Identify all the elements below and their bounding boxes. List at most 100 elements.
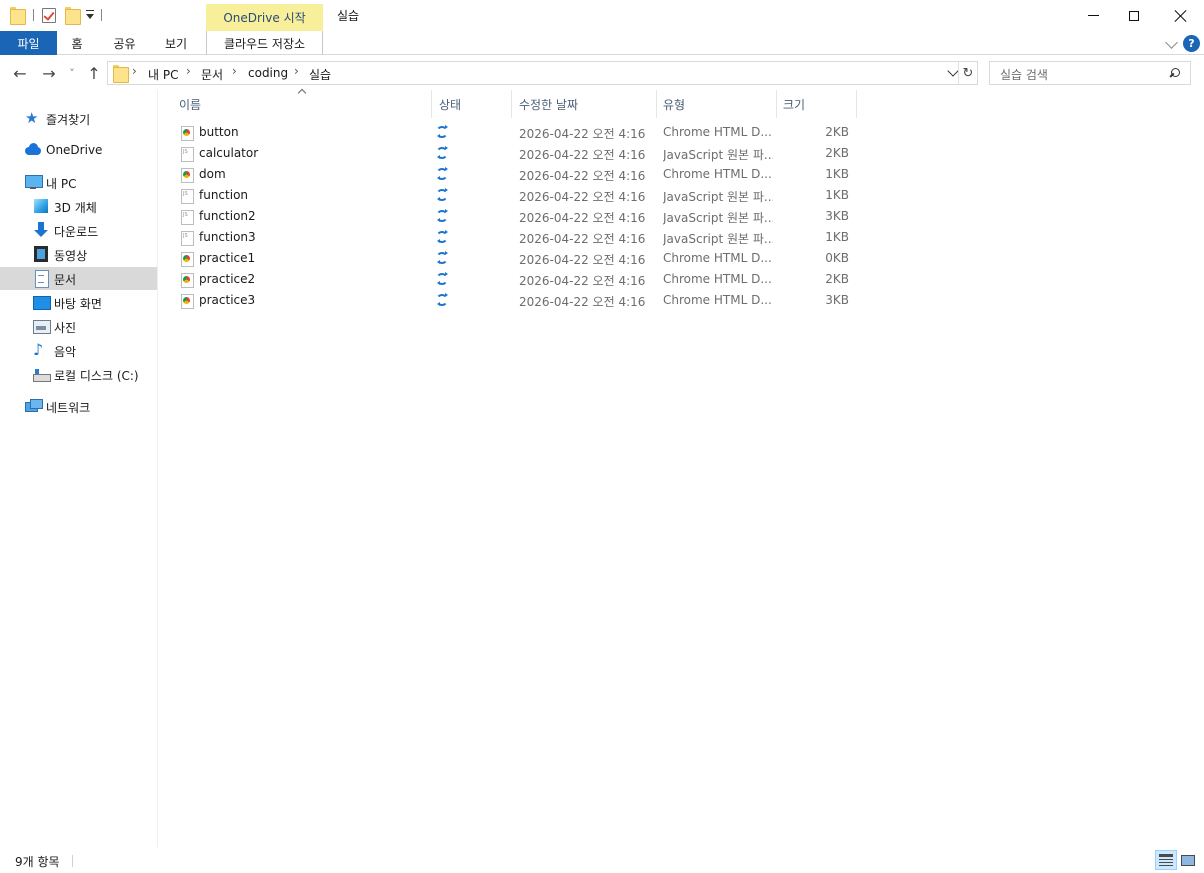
sidebar-item-music[interactable]: ♪ 음악	[0, 339, 157, 362]
onedrive-icon	[25, 142, 41, 158]
help-icon[interactable]: ?	[1183, 35, 1200, 52]
sidebar-item-pictures[interactable]: 사진	[0, 315, 157, 338]
sidebar-item-quick-access[interactable]: ★ 즐겨찾기	[0, 107, 157, 130]
sync-pending-icon	[436, 251, 448, 264]
sidebar-item-desktop[interactable]: 바탕 화면	[0, 291, 157, 314]
javascript-file-icon	[181, 231, 194, 246]
sidebar-item-videos[interactable]: 동영상	[0, 243, 157, 266]
search-input[interactable]: 실습 검색	[1000, 66, 1048, 83]
minimize-button[interactable]	[1070, 0, 1116, 31]
back-button[interactable]: ←	[11, 64, 29, 83]
file-type: Chrome HTML D...	[663, 251, 772, 265]
file-modified: 2026-04-22 오전 4:16	[519, 232, 646, 246]
sidebar-item-label: 즐겨찾기	[46, 113, 91, 127]
sync-pending-icon	[436, 188, 448, 201]
chrome-html-file-icon	[181, 168, 194, 183]
file-row[interactable]: function3 2026-04-22 오전 4:16 JavaScript 원본…	[160, 227, 860, 248]
file-size: 0KB	[825, 251, 849, 265]
column-header-status[interactable]: 상태	[439, 96, 461, 113]
forward-button[interactable]: →	[40, 64, 58, 83]
status-bar: 9개 항목	[0, 847, 1204, 873]
sidebar-item-local-disk[interactable]: 로컬 디스크 (C:)	[0, 363, 157, 386]
divider	[101, 9, 102, 21]
sidebar-item-downloads[interactable]: 다운로드	[0, 219, 157, 242]
file-type: JavaScript 원본 파...	[663, 211, 773, 225]
new-folder-icon[interactable]	[65, 7, 81, 25]
sidebar-item-label: 동영상	[54, 249, 88, 263]
chevron-down-icon[interactable]	[947, 65, 959, 77]
tab-file[interactable]: 파일	[0, 31, 57, 55]
details-view-button[interactable]	[1155, 850, 1177, 870]
file-modified: 2026-04-22 오전 4:16	[519, 148, 646, 162]
breadcrumb-this-pc[interactable]: 내 PC	[148, 66, 178, 83]
file-size: 3KB	[825, 293, 849, 307]
breadcrumb-coding[interactable]: coding	[248, 66, 288, 80]
column-divider[interactable]	[511, 90, 512, 118]
large-icons-view-icon	[1181, 854, 1195, 866]
file-name: dom	[199, 167, 226, 181]
file-row[interactable]: function2 2026-04-22 오전 4:16 JavaScript 원본…	[160, 206, 860, 227]
column-divider[interactable]	[776, 90, 777, 118]
file-row[interactable]: practice2 2026-04-22 오전 4:16 Chrome HTML D…	[160, 269, 860, 290]
column-header-name[interactable]: 이름	[179, 96, 201, 113]
file-type: Chrome HTML D...	[663, 125, 772, 139]
breadcrumb-practice[interactable]: 실습	[309, 66, 331, 83]
sidebar-item-label: 다운로드	[54, 225, 99, 239]
refresh-button[interactable]: ↻	[958, 62, 977, 84]
breadcrumb-documents[interactable]: 문서	[201, 66, 223, 83]
file-type: JavaScript 원본 파...	[663, 190, 773, 204]
divider	[33, 9, 34, 21]
file-size: 1KB	[825, 167, 849, 181]
sidebar-item-label: 바탕 화면	[54, 297, 102, 311]
large-icons-view-button[interactable]	[1177, 850, 1199, 870]
file-row[interactable]: button 2026-04-22 오전 4:16 Chrome HTML D...…	[160, 122, 860, 143]
column-header-modified[interactable]: 수정한 날짜	[519, 96, 578, 113]
sidebar-item-3d-objects[interactable]: 3D 개체	[0, 195, 157, 218]
column-header-size[interactable]: 크기	[783, 96, 805, 113]
divider	[72, 855, 73, 867]
folder-icon[interactable]	[10, 7, 26, 25]
breadcrumb-separator: ›	[132, 64, 137, 78]
address-bar[interactable]: › 내 PC › 문서 › coding › 실습 ↻	[107, 61, 978, 85]
tab-view[interactable]: 보기	[152, 31, 200, 55]
column-header-type[interactable]: 유형	[663, 96, 685, 113]
column-divider[interactable]	[856, 90, 857, 118]
file-row[interactable]: function 2026-04-22 오전 4:16 JavaScript 원본 …	[160, 185, 860, 206]
column-divider[interactable]	[656, 90, 657, 118]
column-divider[interactable]	[431, 90, 432, 118]
close-button[interactable]	[1157, 0, 1203, 31]
customize-toolbar-icon[interactable]	[86, 10, 94, 20]
file-type: JavaScript 원본 파...	[663, 148, 773, 162]
file-row[interactable]: calculator 2026-04-22 오전 4:16 JavaScript 원…	[160, 143, 860, 164]
search-box[interactable]: 실습 검색	[989, 61, 1191, 85]
sidebar-item-label: 내 PC	[46, 177, 77, 191]
file-size: 2KB	[825, 125, 849, 139]
javascript-file-icon	[181, 189, 194, 204]
tab-share[interactable]: 공유	[102, 31, 147, 55]
sidebar-item-this-pc[interactable]: 내 PC	[0, 171, 157, 194]
sidebar-item-onedrive[interactable]: OneDrive	[0, 139, 157, 162]
properties-icon[interactable]	[42, 8, 56, 23]
sidebar-item-documents[interactable]: 문서	[0, 267, 157, 290]
tab-cloud-storage[interactable]: 클라우드 저장소	[206, 31, 323, 55]
breadcrumb-separator: ›	[232, 64, 237, 78]
file-modified: 2026-04-22 오전 4:16	[519, 190, 646, 204]
file-row[interactable]: dom 2026-04-22 오전 4:16 Chrome HTML D... 1KB	[160, 164, 860, 185]
drive-icon	[33, 366, 51, 382]
sidebar-item-label: OneDrive	[46, 143, 103, 157]
file-size: 2KB	[825, 272, 849, 286]
up-button[interactable]: ↑	[86, 64, 102, 83]
window-title: 실습	[337, 9, 360, 23]
recent-locations-button[interactable]: ˅	[66, 64, 78, 82]
sync-pending-icon	[436, 125, 448, 138]
sidebar-item-network[interactable]: 네트워크	[0, 395, 157, 418]
file-row[interactable]: practice1 2026-04-22 오전 4:16 Chrome HTML D…	[160, 248, 860, 269]
file-row[interactable]: practice3 2026-04-22 오전 4:16 Chrome HTML D…	[160, 290, 860, 311]
sidebar-item-label: 로컬 디스크 (C:)	[54, 369, 139, 383]
maximize-button[interactable]	[1111, 0, 1157, 31]
file-name: function3	[199, 230, 256, 244]
tab-home[interactable]: 홈	[57, 31, 97, 55]
chrome-html-file-icon	[181, 126, 194, 141]
sync-pending-icon	[436, 209, 448, 222]
sidebar-item-label: 음악	[54, 345, 77, 359]
